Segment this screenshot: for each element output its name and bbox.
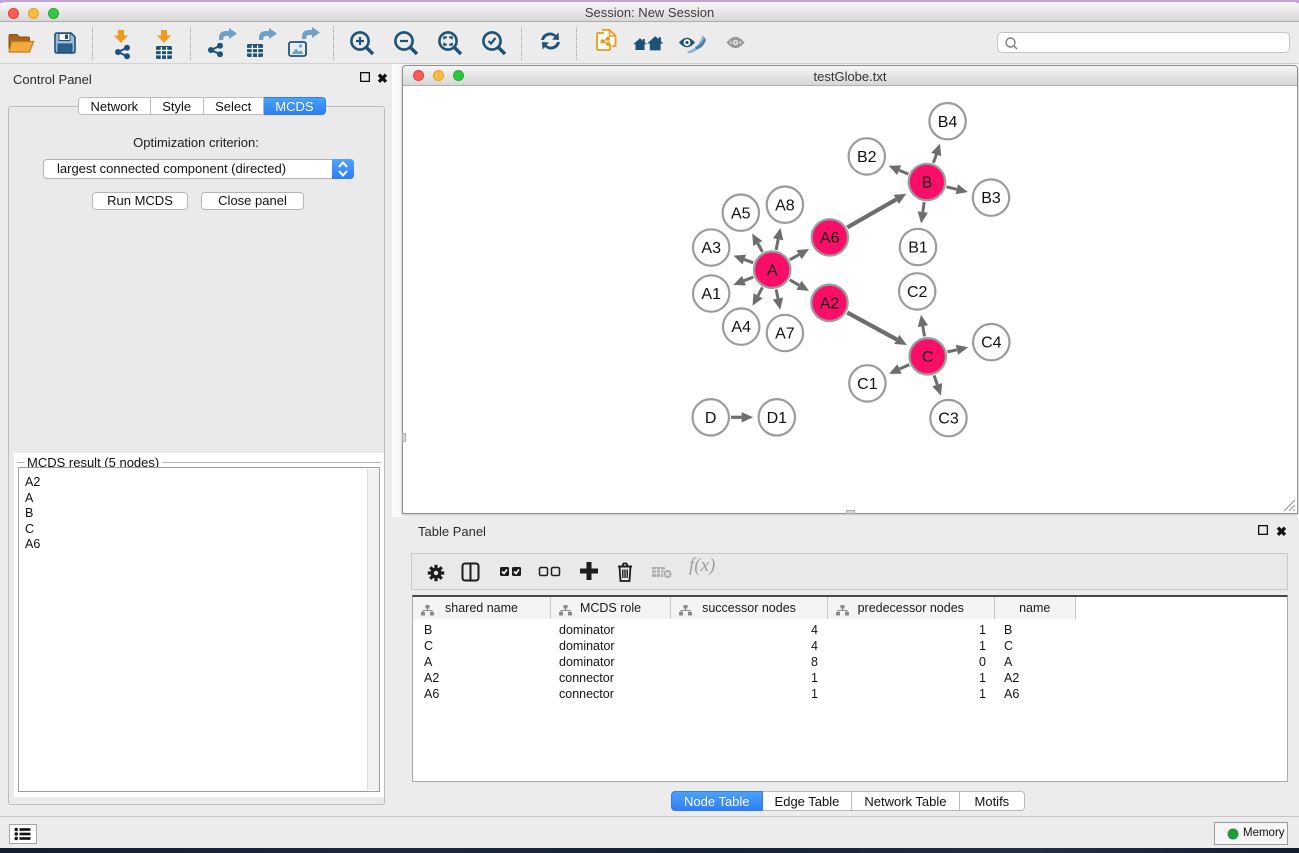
svg-text:A2: A2 (820, 295, 840, 312)
svg-text:B4: B4 (938, 114, 958, 131)
svg-text:A: A (767, 262, 778, 279)
svg-text:A3: A3 (701, 240, 721, 257)
svg-text:B2: B2 (857, 149, 877, 166)
svg-text:B1: B1 (908, 240, 928, 257)
svg-text:C4: C4 (981, 335, 1002, 352)
svg-text:B: B (922, 175, 933, 192)
svg-text:A1: A1 (701, 286, 721, 303)
svg-text:D1: D1 (767, 410, 788, 427)
svg-text:C2: C2 (907, 284, 928, 301)
svg-text:A5: A5 (731, 205, 751, 222)
svg-text:C1: C1 (857, 376, 878, 393)
svg-text:A7: A7 (775, 326, 795, 343)
svg-text:A4: A4 (731, 319, 751, 336)
svg-text:D: D (705, 410, 717, 427)
svg-text:A6: A6 (820, 230, 840, 247)
svg-text:C3: C3 (938, 411, 959, 428)
svg-text:B3: B3 (981, 190, 1001, 207)
svg-text:A8: A8 (775, 197, 795, 214)
svg-text:C: C (922, 349, 934, 366)
